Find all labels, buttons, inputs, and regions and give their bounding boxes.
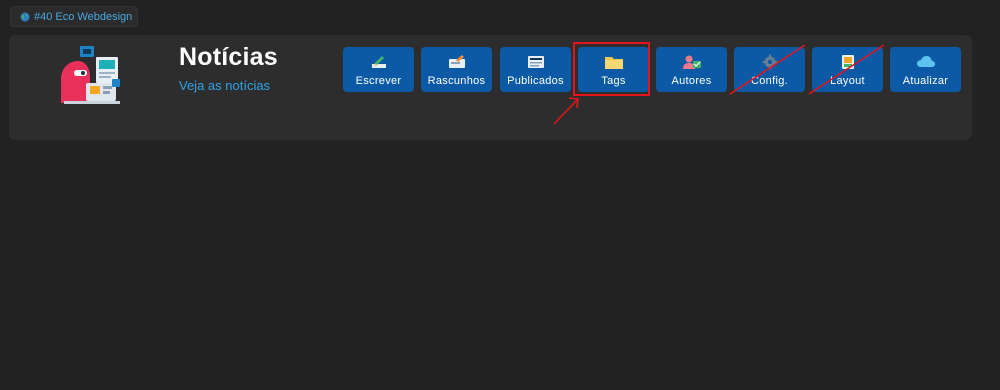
published-button[interactable]: Publicados <box>500 47 571 92</box>
news-illustration-icon <box>61 46 120 104</box>
gear-icon <box>762 54 777 70</box>
pen-icon <box>371 56 386 68</box>
settings-button[interactable]: Config. <box>734 47 805 92</box>
header-panel: Notícias Veja as notícias Escrever Rascu… <box>9 35 972 140</box>
published-icon <box>527 56 544 68</box>
write-button-label: Escrever <box>355 75 402 87</box>
layout-button[interactable]: Layout <box>812 47 883 92</box>
authors-button[interactable]: Autores <box>656 47 727 92</box>
refresh-button-label: Atualizar <box>902 75 949 87</box>
tags-button-label: Tags <box>601 75 626 87</box>
authors-icon <box>682 55 701 69</box>
page-subtitle-link[interactable]: Veja as notícias <box>179 78 270 93</box>
layout-icon <box>841 55 854 69</box>
write-button[interactable]: Escrever <box>343 47 414 92</box>
tags-button[interactable]: Tags <box>578 47 649 92</box>
settings-button-label: Config. <box>751 75 788 87</box>
folder-icon <box>604 57 623 69</box>
page-title: Notícias <box>179 43 278 71</box>
drafts-button-label: Rascunhos <box>427 75 486 87</box>
globe-icon <box>20 12 30 21</box>
site-label: #40 Eco Webdesign <box>34 10 133 23</box>
site-selector-button[interactable]: #40 Eco Webdesign <box>10 6 138 27</box>
authors-button-label: Autores <box>671 75 712 87</box>
drafts-button[interactable]: Rascunhos <box>421 47 492 92</box>
layout-button-label: Layout <box>830 75 865 87</box>
cloud-icon <box>916 56 935 67</box>
refresh-button[interactable]: Atualizar <box>890 47 961 92</box>
draft-icon <box>448 55 465 68</box>
published-button-label: Publicados <box>507 75 564 87</box>
